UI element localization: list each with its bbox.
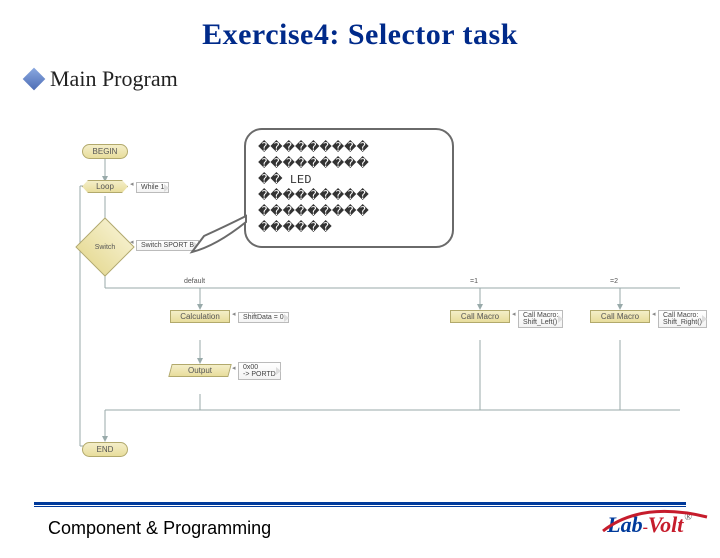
subtitle-row: Main Program — [26, 66, 720, 92]
flow-loop: Loop — [82, 180, 128, 193]
annotation-callout: ��������� ��������� �� LED ��������� ���… — [244, 128, 454, 248]
callout-line: ��������� — [258, 188, 440, 204]
flow-call-macro-left: Call Macro — [450, 310, 510, 323]
flow-call-macro-left-body: Call Macro: Shift_Left() — [518, 310, 563, 328]
callout-line: ��������� — [258, 204, 440, 220]
flow-while-tag: While 1 — [136, 182, 169, 193]
branch-label-eq1: =1 — [470, 278, 478, 285]
subtitle-text: Main Program — [50, 66, 178, 92]
branch-label-eq2: =2 — [610, 278, 618, 285]
callout-tail-icon — [186, 186, 256, 256]
branch-label-default: default — [184, 278, 205, 285]
caret-icon: ◂ — [130, 180, 134, 188]
callout-line: ������ — [258, 220, 440, 236]
flow-output: Output — [168, 364, 231, 377]
flow-calculation-body: ShiftData = 0 — [238, 312, 289, 323]
caret-icon: ◂ — [232, 310, 236, 318]
caret-icon: ◂ — [130, 238, 134, 246]
callout-line: �� LED — [258, 172, 440, 188]
footer-text: Component & Programming — [48, 518, 271, 539]
labvolt-logo: Lab-Volt® — [607, 512, 692, 538]
footer-divider — [34, 502, 686, 507]
page-title: Exercise4: Selector task — [0, 18, 720, 52]
flow-output-body: 0x00 -> PORTD — [238, 362, 281, 380]
flow-end: END — [82, 442, 128, 457]
flow-call-macro-right-body: Call Macro: Shift_Right() — [658, 310, 707, 328]
flow-call-macro-right: Call Macro — [590, 310, 650, 323]
caret-icon: ◂ — [512, 310, 516, 318]
diamond-bullet-icon — [23, 68, 46, 91]
logo-swoosh-icon — [601, 507, 711, 541]
flow-calculation: Calculation — [170, 310, 230, 323]
caret-icon: ◂ — [652, 310, 656, 318]
caret-icon: ◂ — [232, 364, 236, 372]
flow-begin: BEGIN — [82, 144, 128, 159]
callout-line: ��������� — [258, 140, 440, 156]
callout-line: ��������� — [258, 156, 440, 172]
